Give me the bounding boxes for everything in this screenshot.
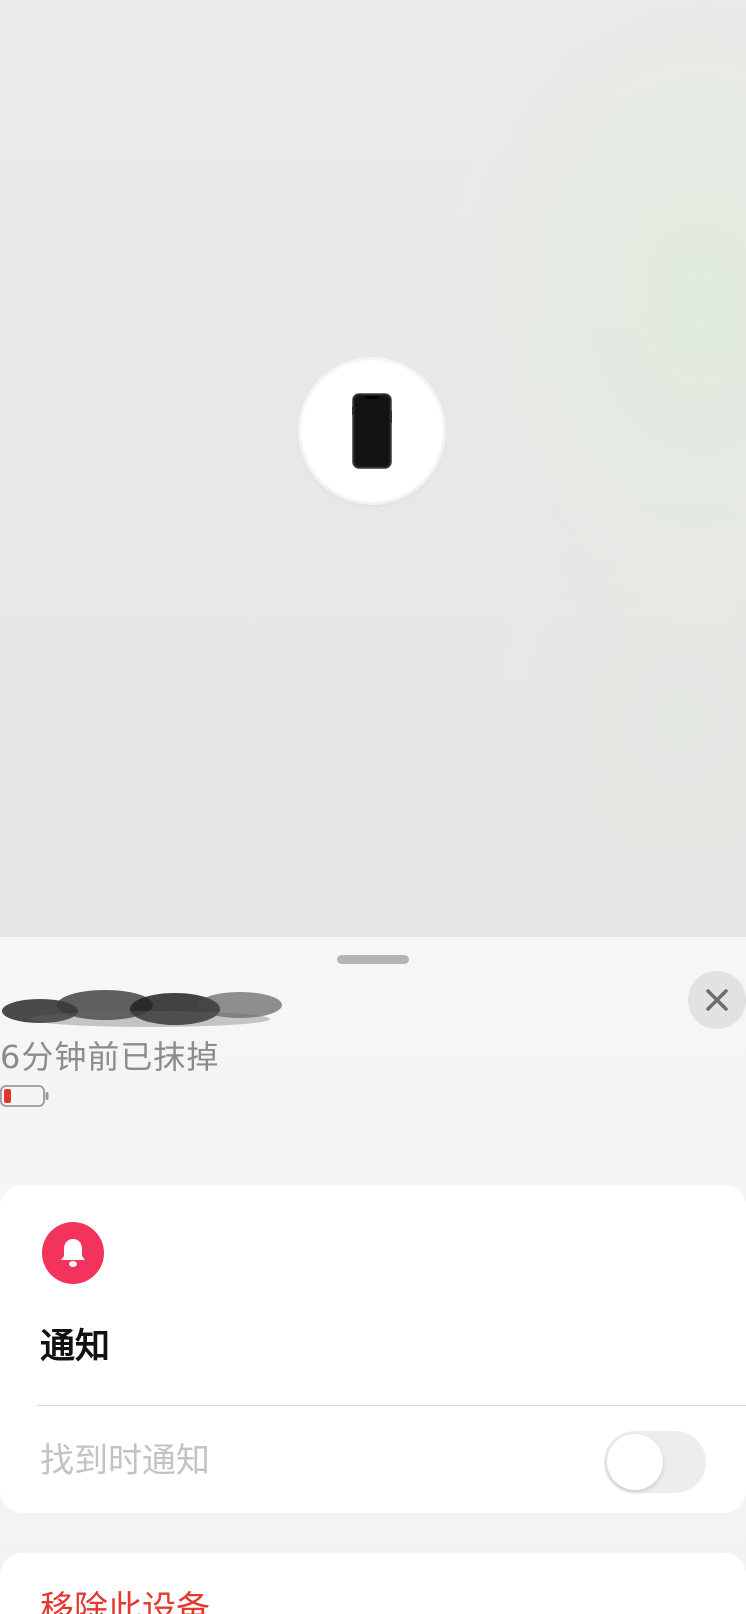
- close-button[interactable]: [688, 971, 746, 1029]
- toggle-knob: [607, 1434, 663, 1490]
- notify-when-found-label: 找到时通知: [40, 1441, 210, 1481]
- notifications-card: 通知 找到时通知: [0, 1185, 746, 1513]
- notify-when-found-toggle[interactable]: [604, 1431, 706, 1493]
- device-location-pin[interactable]: [301, 360, 443, 502]
- divider: [38, 1405, 746, 1406]
- map-view[interactable]: [0, 0, 746, 940]
- battery-icon: [0, 1085, 50, 1107]
- find-my-device-screen: 6分钟前已抹掉 通知 找到时通知 移除此设备: [0, 0, 746, 1614]
- remove-device-card[interactable]: 移除此设备: [0, 1553, 746, 1614]
- bell-icon-badge: [42, 1222, 104, 1284]
- notifications-title: 通知: [40, 1327, 111, 1367]
- sheet-grabber[interactable]: [337, 955, 409, 964]
- device-status-text: 6分钟前已抹掉: [0, 1038, 220, 1076]
- bell-icon: [61, 1239, 85, 1267]
- device-name-redacted: [0, 975, 300, 1035]
- device-detail-sheet: 6分钟前已抹掉 通知 找到时通知 移除此设备: [0, 937, 746, 1614]
- remove-device-button[interactable]: 移除此设备: [40, 1581, 210, 1614]
- close-icon: [706, 989, 728, 1011]
- iphone-device-icon: [352, 393, 392, 469]
